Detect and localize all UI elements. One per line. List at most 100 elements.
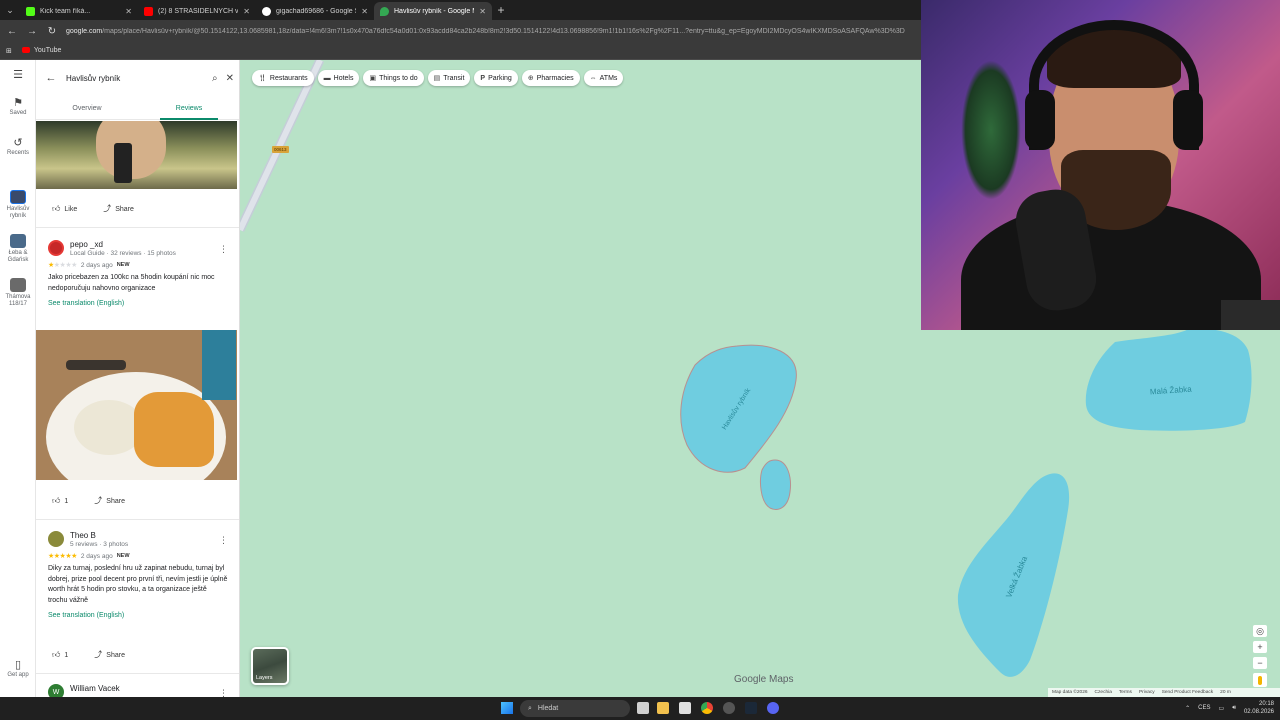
chip-things-to-do[interactable]: ▣ Things to do [363, 70, 424, 86]
chip-label: Transit [443, 74, 465, 82]
rail-recents[interactable]: ↺ Recents [0, 138, 36, 157]
see-translation-link[interactable]: See translation (English) [48, 300, 228, 307]
tab-search-icon[interactable]: ⌄ [0, 0, 20, 20]
lake-mala-zabka[interactable] [1085, 328, 1252, 431]
close-tab-icon[interactable]: ✕ [479, 7, 486, 16]
avatar[interactable] [48, 240, 64, 256]
close-icon[interactable]: ✕ [226, 73, 234, 84]
review-actions: 👍︎ Like ⤴ Share [52, 203, 134, 214]
apps-grid-icon[interactable]: ⊞ [6, 47, 12, 55]
browser-tab-1[interactable]: Kick team říká... ✕ [20, 2, 138, 20]
tab-reviews[interactable]: Reviews [138, 100, 239, 120]
chip-label: Pharmacies [536, 74, 574, 82]
steam-icon[interactable] [745, 702, 757, 714]
task-view-icon[interactable] [637, 702, 649, 714]
new-tab-icon[interactable]: + [492, 3, 510, 17]
bookmark-label: YouTube [33, 47, 62, 54]
file-explorer-icon[interactable] [657, 702, 669, 714]
avatar[interactable]: W [48, 684, 64, 697]
reviewer-name[interactable]: William Vacek [70, 684, 120, 693]
chip-label: ATMs [599, 74, 618, 82]
chip-parking[interactable]: P Parking [474, 70, 518, 86]
menu-icon[interactable]: ☰ [0, 70, 36, 82]
atm-icon: ⇔ [589, 74, 597, 82]
thumbs-up-icon: 👍︎ [52, 203, 61, 213]
review-date: 2 days ago [80, 261, 113, 269]
thumbs-up-icon: 👍︎ [52, 495, 61, 505]
forward-arrow-icon[interactable]: → [26, 26, 38, 37]
reviewer-name[interactable]: pepo _xd [70, 240, 176, 249]
language-indicator[interactable]: CES [1198, 705, 1210, 711]
search-input[interactable]: Havlisův rybník [66, 74, 204, 83]
chrome-icon[interactable] [701, 702, 713, 714]
like-button[interactable]: 👍︎ 1 [52, 496, 68, 506]
more-options-icon[interactable]: ⋮ [219, 244, 228, 255]
terms-link[interactable]: Terms [1119, 690, 1132, 695]
reload-icon[interactable]: ↻ [46, 26, 58, 37]
search-icon: ⌕ [528, 704, 532, 712]
review-card: Theo B 5 reviews · 3 photos ⋮ ★★★★★ 2 da… [48, 531, 228, 619]
privacy-link[interactable]: Privacy [1139, 690, 1155, 695]
like-button[interactable]: 👍︎ 1 [52, 650, 68, 660]
bed-icon: ▬ [323, 74, 331, 82]
taskbar-search[interactable]: ⌕ Hledat [520, 700, 630, 717]
close-tab-icon[interactable]: ✕ [243, 7, 250, 16]
bookmark-youtube[interactable]: YouTube [21, 47, 62, 54]
discord-icon[interactable] [767, 702, 779, 714]
browser-tab-4[interactable]: Havlisův rybník - Google Maps ✕ [374, 2, 492, 20]
rail-recent-item[interactable]: Havlisův rybník [0, 190, 36, 220]
tab-overview[interactable]: Overview [36, 100, 138, 119]
see-translation-link[interactable]: See translation (English) [48, 612, 228, 619]
photo-bottle [202, 330, 236, 400]
chip-transit[interactable]: ▤ Transit [427, 70, 471, 86]
windows-start-icon[interactable] [501, 702, 513, 714]
reviewer-name[interactable]: Theo B [70, 531, 128, 540]
youtube-icon [21, 47, 30, 54]
browser-tab-3[interactable]: gigachad69686 - Google Search ✕ [256, 2, 374, 20]
rail-get-app[interactable]: ▯ Get app [0, 660, 36, 679]
rail-recent-item[interactable]: Łeba & Gdańsk [0, 234, 36, 264]
browser-tab-2[interactable]: (2) 8 STRAŠIDELNÝCH videí, po ✕ [138, 2, 256, 20]
more-options-icon[interactable]: ⋮ [219, 688, 228, 697]
network-icon[interactable]: ▭ [1219, 705, 1225, 712]
youtube-favicon-icon [144, 6, 153, 16]
chip-pharmacies[interactable]: ⊕ Pharmacies [521, 70, 580, 86]
zoom-out-button[interactable]: − [1253, 657, 1267, 669]
review-photo[interactable] [36, 330, 237, 480]
chip-hotels[interactable]: ▬ Hotels [317, 70, 360, 86]
rail-saved-label: Saved [9, 110, 27, 116]
like-button[interactable]: 👍︎ Like [52, 204, 77, 214]
pegman-icon[interactable] [1253, 673, 1267, 687]
search-box[interactable]: ← Havlisův rybník ⌕ ✕ [44, 66, 235, 90]
scale-bar[interactable]: 20 m [1220, 690, 1231, 695]
share-button[interactable]: ⤴ Share [94, 649, 125, 660]
back-arrow-icon[interactable]: ← [6, 26, 18, 37]
my-location-icon[interactable]: ◎ [1253, 625, 1267, 637]
share-button[interactable]: ⤴ Share [94, 495, 125, 506]
close-tab-icon[interactable]: ✕ [125, 7, 132, 16]
store-icon[interactable] [679, 702, 691, 714]
app-icon[interactable] [723, 702, 735, 714]
chip-restaurants[interactable]: 🍴︎ Restaurants [252, 70, 314, 86]
chip-atms[interactable]: ⇔ ATMs [583, 70, 624, 86]
zoom-in-button[interactable]: + [1253, 641, 1267, 653]
back-arrow-icon[interactable]: ← [44, 72, 58, 84]
region-link[interactable]: Czechia [1095, 690, 1112, 695]
review-photo[interactable] [36, 121, 237, 189]
layers-button[interactable]: Layers [251, 647, 289, 685]
search-icon[interactable]: ⌕ [212, 73, 218, 84]
chevron-up-icon[interactable]: ⌃ [1185, 705, 1190, 712]
url-field[interactable]: google.com/maps/place/Havlisův+rybník/@5… [66, 28, 906, 35]
rail-recent-item[interactable]: Thámova 118/17 [0, 278, 36, 308]
clock[interactable]: 20:18 02.08.2026 [1244, 700, 1274, 716]
feedback-link[interactable]: Send Product Feedback [1162, 690, 1213, 695]
rail-saved[interactable]: ⚑ Saved [0, 98, 36, 117]
review-divider [36, 668, 239, 674]
more-options-icon[interactable]: ⋮ [219, 535, 228, 546]
lake-small[interactable] [760, 459, 791, 510]
share-button[interactable]: ⤴ Share [103, 203, 134, 214]
chip-label: Parking [488, 74, 512, 82]
volume-icon[interactable]: 🔊︎ [1232, 705, 1236, 712]
avatar[interactable] [48, 531, 64, 547]
close-tab-icon[interactable]: ✕ [361, 7, 368, 16]
